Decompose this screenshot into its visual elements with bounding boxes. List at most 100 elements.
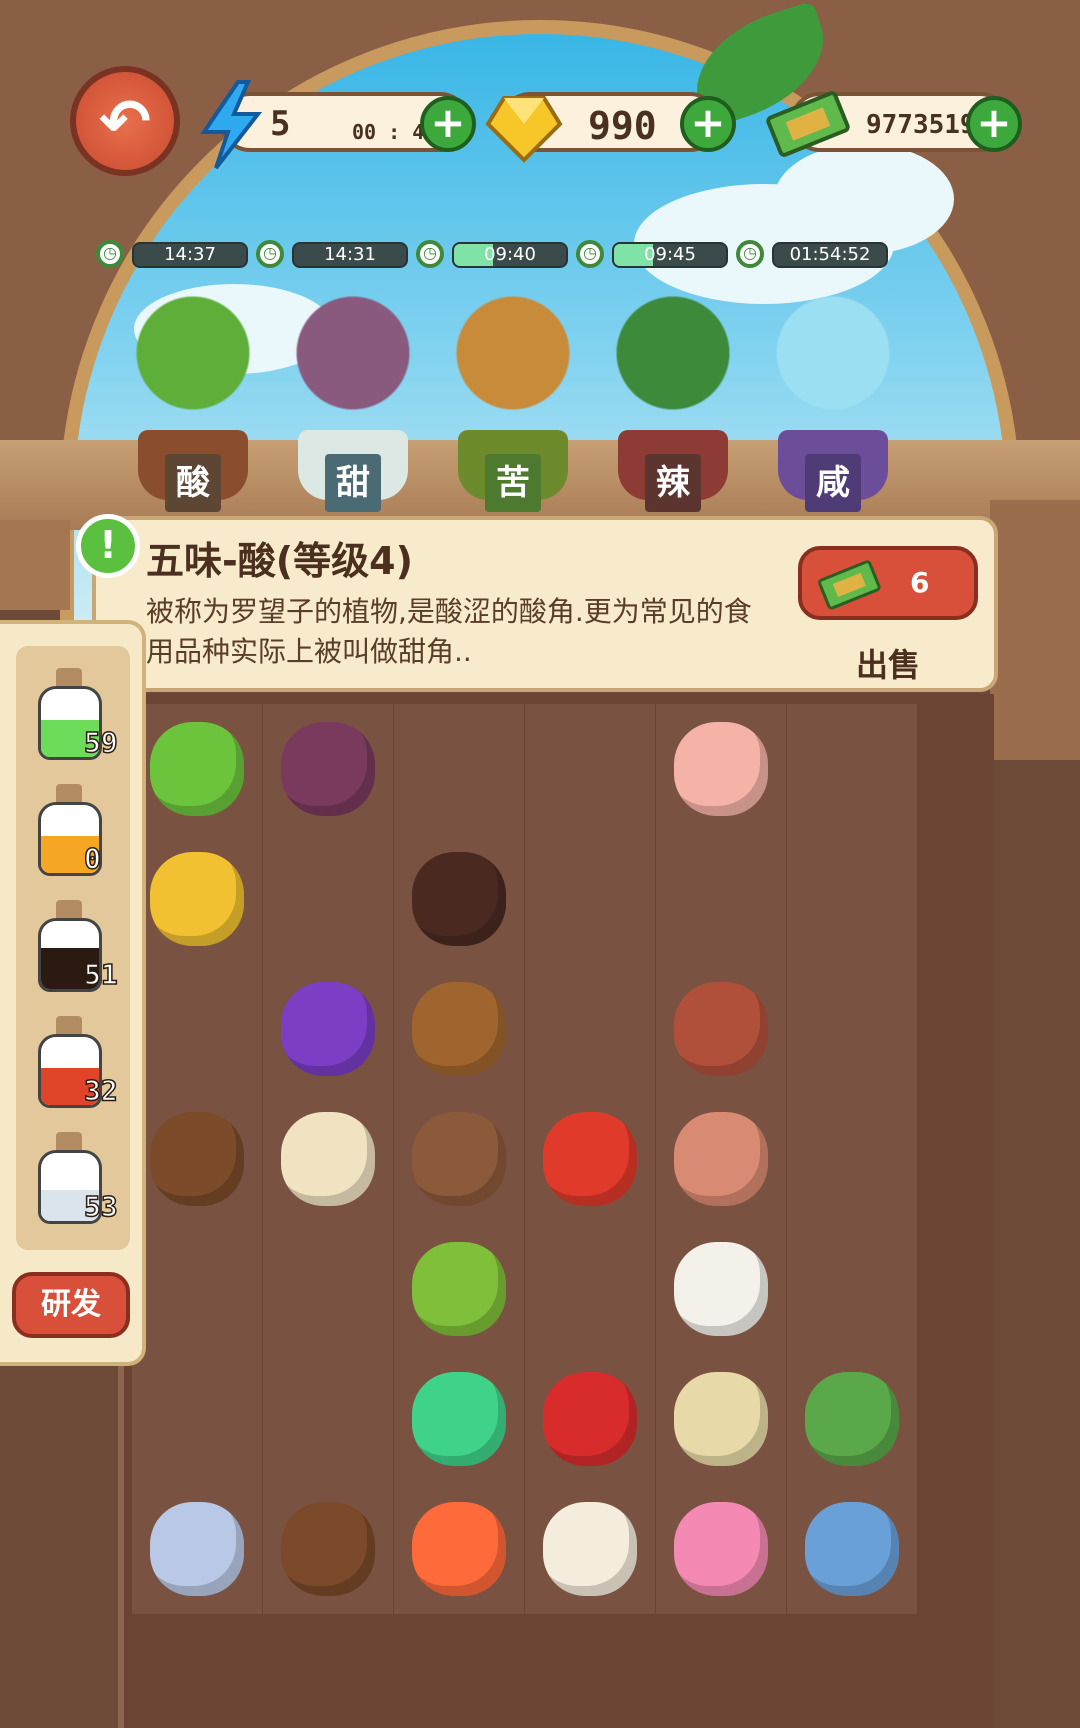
inventory-slot[interactable] bbox=[525, 834, 655, 964]
spice-bowl-icon bbox=[412, 1112, 506, 1206]
walnut-icon bbox=[281, 1502, 375, 1596]
inventory-slot[interactable] bbox=[787, 704, 917, 834]
inventory-slot[interactable] bbox=[656, 1224, 786, 1354]
inventory-slot[interactable] bbox=[263, 1484, 393, 1614]
inventory-slot[interactable] bbox=[787, 964, 917, 1094]
tea-leaves-icon bbox=[412, 1242, 506, 1336]
inventory-slot[interactable] bbox=[656, 834, 786, 964]
inventory-slot[interactable] bbox=[394, 1094, 524, 1224]
inventory-slot[interactable] bbox=[787, 1484, 917, 1614]
inventory-grid bbox=[118, 694, 994, 1728]
game-scene: ↶ 5 00 : 41 + 990 + 9773519 + ◷ 14:37 ◷ 14:… bbox=[0, 0, 1080, 1728]
plant-timer-text: 14:37 bbox=[164, 244, 216, 265]
plant-slot-0[interactable]: 酸 bbox=[118, 270, 268, 512]
inventory-slot[interactable] bbox=[787, 1354, 917, 1484]
inventory-slot[interactable] bbox=[132, 834, 262, 964]
fish-icon bbox=[805, 1502, 899, 1596]
plant-slot-4[interactable]: 咸 bbox=[758, 270, 908, 512]
shrimp-bowl-icon bbox=[674, 722, 768, 816]
inventory-slot[interactable] bbox=[525, 704, 655, 834]
inventory-slot[interactable] bbox=[263, 834, 393, 964]
inventory-slot[interactable] bbox=[656, 1094, 786, 1224]
inventory-slot[interactable] bbox=[263, 1224, 393, 1354]
add-gems-button[interactable]: + bbox=[680, 96, 736, 152]
plant-slot-2[interactable]: 苦 bbox=[438, 270, 588, 512]
bitter-gourd-tree-icon bbox=[448, 290, 578, 430]
inventory-slot[interactable] bbox=[132, 1354, 262, 1484]
plant-slot-3[interactable]: 辣 bbox=[598, 270, 748, 512]
lemon-tree-icon bbox=[128, 290, 258, 430]
ingredient-count: 53 bbox=[83, 1189, 118, 1224]
lighter-icon bbox=[412, 1372, 506, 1466]
trading-card-icon bbox=[674, 1372, 768, 1466]
inventory-slot[interactable] bbox=[132, 1484, 262, 1614]
inventory-slot[interactable] bbox=[787, 1094, 917, 1224]
plant-timer-text: 01:54:52 bbox=[789, 244, 871, 265]
tamarind-icon bbox=[150, 1112, 244, 1206]
salted-egg-icon bbox=[674, 1242, 768, 1336]
add-cash-button[interactable]: + bbox=[966, 96, 1022, 152]
inventory-slot[interactable] bbox=[263, 964, 393, 1094]
gem-value: 990 bbox=[588, 104, 657, 148]
inventory-slot[interactable] bbox=[394, 1354, 524, 1484]
inventory-slot[interactable] bbox=[394, 964, 524, 1094]
inventory-slot[interactable] bbox=[656, 1354, 786, 1484]
inventory-slot[interactable] bbox=[394, 834, 524, 964]
coffee-beans-icon bbox=[412, 982, 506, 1076]
ingredient-count: 59 bbox=[83, 725, 118, 760]
cream-puff-icon bbox=[281, 1112, 375, 1206]
clock-icon: ◷ bbox=[256, 240, 284, 268]
inventory-slot[interactable] bbox=[525, 1224, 655, 1354]
inventory-slot[interactable] bbox=[132, 964, 262, 1094]
item-title: 五味-酸(等级4) bbox=[146, 539, 413, 583]
cash-icon bbox=[818, 560, 881, 610]
taste-label: 咸 bbox=[805, 454, 861, 512]
plant-growth-bar: 09:40 bbox=[452, 242, 568, 268]
inventory-slot[interactable] bbox=[394, 1484, 524, 1614]
folding-fan-icon bbox=[543, 1502, 637, 1596]
back-button[interactable]: ↶ bbox=[70, 66, 180, 176]
candy-icon bbox=[281, 982, 375, 1076]
lightning-icon bbox=[196, 80, 266, 170]
inventory-slot[interactable] bbox=[656, 964, 786, 1094]
lime-icon bbox=[150, 722, 244, 816]
inventory-slot[interactable] bbox=[656, 1484, 786, 1614]
taste-label: 甜 bbox=[325, 454, 381, 512]
inventory-slot[interactable] bbox=[394, 704, 524, 834]
back-arrow-icon: ↶ bbox=[99, 84, 151, 158]
inventory-slot[interactable] bbox=[263, 704, 393, 834]
item-description: 被称为罗望子的植物,是酸涩的酸角.更为常见的食用品种实际上被叫做甜角.. bbox=[146, 595, 752, 668]
clock-icon: ◷ bbox=[576, 240, 604, 268]
inventory-slot[interactable] bbox=[263, 1094, 393, 1224]
shelf-right bbox=[990, 500, 1080, 760]
taste-label: 辣 bbox=[645, 454, 701, 512]
taste-label: 酸 bbox=[165, 454, 221, 512]
add-energy-button[interactable]: + bbox=[420, 96, 476, 152]
inventory-slot[interactable] bbox=[132, 1224, 262, 1354]
clock-icon: ◷ bbox=[736, 240, 764, 268]
inventory-slot[interactable] bbox=[525, 1094, 655, 1224]
recipe-book-icon bbox=[805, 1372, 899, 1466]
inventory-slot[interactable] bbox=[394, 1224, 524, 1354]
chili-bowl-icon bbox=[543, 1112, 637, 1206]
inventory-slot[interactable] bbox=[656, 704, 786, 834]
sell-button[interactable] bbox=[798, 546, 978, 620]
inventory-slot[interactable] bbox=[787, 834, 917, 964]
plant-timer-text: 14:31 bbox=[324, 244, 376, 265]
ingredient-count: 32 bbox=[83, 1073, 118, 1108]
research-button[interactable]: 研发 bbox=[12, 1272, 130, 1338]
inventory-slot[interactable] bbox=[525, 964, 655, 1094]
inventory-slot[interactable] bbox=[525, 1484, 655, 1614]
lemon-icon bbox=[150, 852, 244, 946]
inventory-slot[interactable] bbox=[132, 1094, 262, 1224]
inventory-slot[interactable] bbox=[525, 1354, 655, 1484]
clock-icon: ◷ bbox=[416, 240, 444, 268]
chili-plant-icon bbox=[608, 290, 738, 430]
inventory-slot[interactable] bbox=[132, 704, 262, 834]
inventory-slot[interactable] bbox=[787, 1224, 917, 1354]
plant-slot-1[interactable]: 甜 bbox=[278, 270, 428, 512]
salt-crystal-icon bbox=[768, 290, 898, 430]
inventory-slot[interactable] bbox=[263, 1354, 393, 1484]
plant-growth-bar: 14:31 bbox=[292, 242, 408, 268]
taste-label: 苦 bbox=[485, 454, 541, 512]
